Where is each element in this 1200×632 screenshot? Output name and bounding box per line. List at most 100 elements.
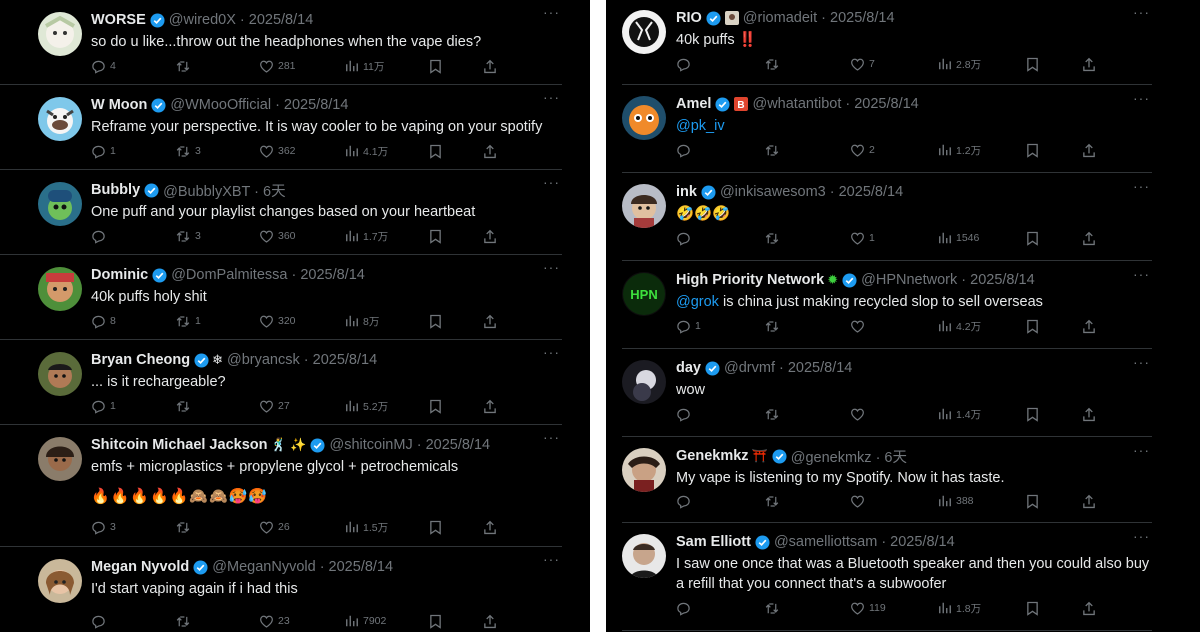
views-button[interactable]: 4.1万	[345, 144, 388, 159]
reply-button[interactable]: 1	[676, 319, 701, 334]
avatar[interactable]	[38, 559, 82, 603]
author-handle[interactable]: @inkisawesom3 · 2025/8/14	[720, 184, 903, 200]
mention-link[interactable]: @grok	[676, 294, 719, 310]
views-button[interactable]: 1.7万	[345, 229, 388, 244]
like-button[interactable]: 360	[259, 229, 296, 244]
share-button[interactable]	[1082, 494, 1096, 509]
more-icon[interactable]: ···	[1133, 266, 1150, 282]
views-button[interactable]: 1.8万	[938, 601, 981, 616]
bookmark-button[interactable]	[1026, 601, 1039, 616]
like-button[interactable]: 320	[259, 314, 296, 329]
retweet-button[interactable]: 1	[175, 314, 201, 329]
views-button[interactable]: 11万	[345, 59, 384, 74]
share-button[interactable]	[1082, 57, 1096, 72]
like-button[interactable]	[850, 319, 869, 334]
reply-button[interactable]	[676, 494, 695, 509]
bookmark-button[interactable]	[1026, 407, 1039, 422]
retweet-button[interactable]: 3	[175, 144, 201, 159]
author-handle[interactable]: @riomadeit · 2025/8/14	[743, 10, 895, 26]
share-button[interactable]	[1082, 231, 1096, 246]
bookmark-button[interactable]	[1026, 57, 1039, 72]
tweet-item[interactable]: Bryan Cheong ❄ @bryancsk · 2025/8/14 ... i…	[0, 340, 562, 425]
tweet-item[interactable]: Dominic @DomPalmitessa · 2025/8/14 40k pu…	[0, 255, 562, 340]
more-icon[interactable]: ···	[543, 259, 560, 275]
avatar[interactable]	[622, 10, 666, 54]
like-button[interactable]	[850, 407, 869, 422]
reply-button[interactable]	[91, 614, 110, 629]
views-button[interactable]: 388	[938, 494, 974, 508]
share-button[interactable]	[1082, 407, 1096, 422]
like-button[interactable]: 362	[259, 144, 296, 159]
reply-button[interactable]	[91, 229, 110, 244]
author-name[interactable]: Bryan Cheong	[91, 352, 190, 368]
tweet-item[interactable]: WORSE @wired0X · 2025/8/14 so do u like..…	[0, 0, 562, 85]
retweet-button[interactable]	[175, 399, 195, 414]
like-button[interactable]: 119	[850, 601, 886, 616]
like-button[interactable]: 281	[259, 59, 296, 74]
author-handle[interactable]: @shitcoinMJ · 2025/8/14	[329, 437, 490, 453]
tweet-item[interactable]: Genekmkz ⛩️ @genekmkz · 6天 My vape is list…	[622, 438, 1152, 523]
avatar[interactable]	[622, 448, 666, 492]
bookmark-button[interactable]	[429, 229, 442, 244]
reply-button[interactable]: 4	[91, 59, 116, 74]
more-icon[interactable]: ···	[1133, 354, 1150, 370]
retweet-button[interactable]	[764, 57, 784, 72]
share-button[interactable]	[483, 229, 497, 244]
author-handle[interactable]: @whatantibot · 2025/8/14	[752, 96, 918, 112]
views-button[interactable]: 1546	[938, 231, 979, 245]
author-name[interactable]: RIO	[676, 10, 702, 26]
tweet-item[interactable]: W Moon @WMooOfficial · 2025/8/14 Reframe …	[0, 85, 562, 170]
more-icon[interactable]: ···	[543, 551, 560, 567]
avatar[interactable]	[38, 267, 82, 311]
avatar[interactable]	[622, 184, 666, 228]
author-name[interactable]: Sam Elliott	[676, 534, 751, 550]
tweet-item[interactable]: Bubbly @BubblyXBT · 6天 One puff and your …	[0, 170, 562, 255]
author-handle[interactable]: @bryancsk · 2025/8/14	[227, 352, 377, 368]
avatar[interactable]	[38, 352, 82, 396]
reply-button[interactable]	[676, 407, 695, 422]
tweet-item[interactable]: Sam Elliott @samelliottsam · 2025/8/14 I …	[622, 524, 1152, 631]
tweet-item[interactable]: ink @inkisawesom3 · 2025/8/14 🤣🤣🤣 1 1546 …	[622, 174, 1152, 261]
author-handle[interactable]: @WMooOfficial · 2025/8/14	[170, 97, 348, 113]
bookmark-button[interactable]	[429, 144, 442, 159]
retweet-button[interactable]	[764, 407, 784, 422]
author-name[interactable]: ink	[676, 184, 697, 200]
reply-button[interactable]: 1	[91, 144, 116, 159]
bookmark-button[interactable]	[429, 314, 442, 329]
bookmark-button[interactable]	[1026, 231, 1039, 246]
tweet-item[interactable]: Shitcoin Michael Jackson 🕺 ✨ @shitcoinMJ ·…	[0, 425, 562, 547]
author-handle[interactable]: @drvmf · 2025/8/14	[724, 360, 852, 376]
reply-button[interactable]: 3	[91, 520, 116, 535]
more-icon[interactable]: ···	[543, 429, 560, 445]
retweet-button[interactable]	[764, 494, 784, 509]
share-button[interactable]	[483, 144, 497, 159]
avatar[interactable]	[38, 12, 82, 56]
author-name[interactable]: Megan Nyvold	[91, 559, 189, 575]
reply-button[interactable]	[676, 57, 695, 72]
more-icon[interactable]: ···	[1133, 178, 1150, 194]
author-name[interactable]: Dominic	[91, 267, 148, 283]
views-button[interactable]: 4.2万	[938, 319, 981, 334]
bookmark-button[interactable]	[429, 59, 442, 74]
share-button[interactable]	[1082, 601, 1096, 616]
author-handle[interactable]: @DomPalmitessa · 2025/8/14	[171, 267, 365, 283]
tweet-item[interactable]: Amel B @whatantibot · 2025/8/14 @pk_iv 2 1…	[622, 86, 1152, 173]
share-button[interactable]	[1082, 319, 1096, 334]
share-button[interactable]	[483, 59, 497, 74]
tweet-item[interactable]: Megan Nyvold @MeganNyvold · 2025/8/14 I'd…	[0, 547, 562, 632]
author-handle[interactable]: @wired0X · 2025/8/14	[169, 12, 314, 28]
author-name[interactable]: Amel	[676, 96, 711, 112]
avatar[interactable]	[38, 97, 82, 141]
author-name[interactable]: WORSE	[91, 12, 146, 28]
author-name[interactable]: Bubbly	[91, 182, 140, 198]
author-name[interactable]: Shitcoin Michael Jackson	[91, 437, 267, 453]
more-icon[interactable]: ···	[1133, 442, 1150, 458]
author-name[interactable]: day	[676, 360, 701, 376]
avatar[interactable]	[622, 360, 666, 404]
bookmark-button[interactable]	[1026, 494, 1039, 509]
like-button[interactable]: 27	[259, 399, 290, 414]
like-button[interactable]: 1	[850, 231, 875, 246]
bookmark-button[interactable]	[429, 520, 442, 535]
tweet-item[interactable]: day @drvmf · 2025/8/14 wow 1.4万 ···	[622, 350, 1152, 437]
like-button[interactable]: 26	[259, 520, 290, 535]
